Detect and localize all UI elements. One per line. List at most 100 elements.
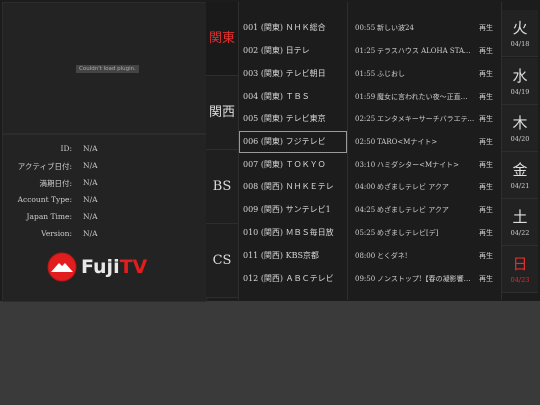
program-row[interactable]: 08:00 とくダネ! 再生 <box>348 245 501 267</box>
play-button[interactable]: 再生 <box>479 108 493 130</box>
day-tab-fri[interactable]: 金 04/21 <box>502 152 538 199</box>
program-title: テラスハウス ALOHA STATE… <box>377 47 475 55</box>
program-row[interactable]: 00:55 新しい波24 再生 <box>348 17 501 39</box>
channel-item[interactable]: 005 (関東) テレビ東京 <box>239 108 347 130</box>
day-kanji: 金 <box>512 161 528 179</box>
day-date: 04/19 <box>510 88 530 96</box>
day-tab-wed[interactable]: 水 04/19 <box>502 58 538 105</box>
info-label: ID: <box>60 144 72 153</box>
program-row[interactable]: 05:25 めざましテレビ[デ] 再生 <box>348 222 501 244</box>
program-time: 04:25 <box>355 206 376 214</box>
program-row[interactable]: 04:00 めざましテレビ アクア 再生 <box>348 176 501 198</box>
day-kanji: 土 <box>512 208 528 226</box>
play-button[interactable]: 再生 <box>479 199 493 221</box>
program-title: ノンストップ!【春の凝影響… <box>377 275 471 283</box>
day-tab-sun-selected[interactable]: 日 04/23 <box>502 246 538 293</box>
channel-item[interactable]: 002 (関東) 日テレ <box>239 40 347 62</box>
info-row-account-type: Account Type: N/A <box>3 195 206 209</box>
day-date: 04/22 <box>510 229 530 237</box>
play-button[interactable]: 再生 <box>479 154 493 176</box>
play-button[interactable]: 再生 <box>479 268 493 290</box>
program-row[interactable]: 03:10 ハミダシター<Mナイト> 再生 <box>348 154 501 176</box>
logo-tv: TV <box>119 256 148 278</box>
info-row-id: ID: N/A <box>3 144 206 158</box>
info-row-version: Version: N/A <box>3 229 206 243</box>
program-row[interactable]: 01:25 テラスハウス ALOHA STATE… 再生 <box>348 40 501 62</box>
channel-item[interactable]: 010 (関西) ＭＢＳ毎日放 <box>239 222 347 244</box>
info-value: N/A <box>83 144 98 153</box>
program-row[interactable]: 02:50 TARO<Mナイト> 再生 <box>348 131 501 153</box>
logo-fuji: Fuji <box>81 256 120 278</box>
play-button[interactable]: 再生 <box>479 40 493 62</box>
program-row[interactable]: 02:25 エンタメキーサーチバラエティ… 再生 <box>348 108 501 130</box>
day-selector: 火 04/18 水 04/19 木 04/20 金 04/21 土 04/22 … <box>502 2 538 300</box>
program-title: とくダネ! <box>377 252 408 260</box>
plugin-error-message: Couldn't load plugin. <box>76 65 139 73</box>
video-preview[interactable]: Couldn't load plugin. <box>2 2 207 134</box>
play-button[interactable]: 再生 <box>479 17 493 39</box>
app-window: Couldn't load plugin. ID: N/A アクティブ日付: N… <box>0 0 540 302</box>
program-title: TARO<Mナイト> <box>377 138 438 146</box>
program-time: 01:25 <box>355 47 376 55</box>
region-tabs: 関東 関西 BS CS <box>206 2 238 300</box>
info-value: N/A <box>83 195 98 204</box>
channel-item[interactable]: 004 (関東) ＴＢＳ <box>239 86 347 108</box>
program-row[interactable]: 01:55 ふじおし 再生 <box>348 63 501 85</box>
day-date: 04/18 <box>510 40 530 48</box>
info-label: Japan Time: <box>26 212 72 221</box>
channel-item-selected[interactable]: 006 (関東) フジテレビ <box>239 131 347 153</box>
channel-item[interactable]: 009 (関西) サンテレビ1 <box>239 199 347 221</box>
region-tab-kanto[interactable]: 関東 <box>206 2 238 76</box>
program-title: ふじおし <box>377 70 405 78</box>
channel-item[interactable]: 001 (関東) ＮＨＫ総合 <box>239 17 347 39</box>
play-button[interactable]: 再生 <box>479 86 493 108</box>
program-title: ハミダシター<Mナイト> <box>377 161 460 169</box>
info-value: N/A <box>83 178 98 187</box>
play-button[interactable]: 再生 <box>479 245 493 267</box>
info-value: N/A <box>83 161 98 170</box>
program-title: めざましテレビ アクア <box>377 183 449 191</box>
play-button[interactable]: 再生 <box>479 222 493 244</box>
day-kanji: 水 <box>512 67 528 85</box>
channel-item[interactable]: 012 (関西) ＡＢＣテレビ <box>239 268 347 290</box>
region-tab-kansai[interactable]: 関西 <box>206 76 238 150</box>
program-time: 09:50 <box>355 275 376 283</box>
day-tab-sat[interactable]: 土 04/22 <box>502 199 538 246</box>
channel-item[interactable]: 007 (関東) ＴＯＫＹＯ <box>239 154 347 176</box>
play-button[interactable]: 再生 <box>479 176 493 198</box>
info-row-expiry-date: 満期日付: N/A <box>3 178 206 192</box>
region-tab-cs[interactable]: CS <box>206 224 238 298</box>
play-button[interactable]: 再生 <box>479 63 493 85</box>
info-label: Account Type: <box>17 195 72 204</box>
program-time: 02:50 <box>355 138 376 146</box>
play-button[interactable]: 再生 <box>479 131 493 153</box>
day-kanji: 火 <box>512 19 528 37</box>
info-label: アクティブ日付: <box>17 162 72 171</box>
day-tab-thu[interactable]: 木 04/20 <box>502 105 538 152</box>
program-row[interactable]: 09:50 ノンストップ!【春の凝影響… 再生 <box>348 268 501 290</box>
fujitv-logo: FujiTV <box>47 252 167 282</box>
day-kanji: 木 <box>512 114 528 132</box>
program-row[interactable]: 04:25 めざましテレビ アクア 再生 <box>348 199 501 221</box>
program-row[interactable]: 01:59 魔女に言われたい夜〜正直… 再生 <box>348 86 501 108</box>
program-time: 08:00 <box>355 252 376 260</box>
info-label: 満期日付: <box>39 179 72 188</box>
day-tab-tue[interactable]: 火 04/18 <box>502 10 538 57</box>
logo-wordmark: FujiTV <box>81 256 147 278</box>
region-tab-bs[interactable]: BS <box>206 150 238 224</box>
channel-item[interactable]: 008 (関西) ＮＨＫＥテレ <box>239 176 347 198</box>
channel-item[interactable]: 003 (関東) テレビ朝日 <box>239 63 347 85</box>
program-time: 01:55 <box>355 70 376 78</box>
program-title: めざましテレビ[デ] <box>377 229 439 237</box>
program-time: 01:59 <box>355 93 376 101</box>
program-time: 03:10 <box>355 161 376 169</box>
account-info-panel: ID: N/A アクティブ日付: N/A 満期日付: N/A Account T… <box>2 134 207 302</box>
info-label: Version: <box>41 229 72 238</box>
channel-item[interactable]: 011 (関西) KBS京都 <box>239 245 347 267</box>
day-kanji: 日 <box>512 255 528 273</box>
program-time: 04:00 <box>355 183 376 191</box>
fujitv-eye-icon <box>47 252 77 282</box>
program-title: めざましテレビ アクア <box>377 206 449 214</box>
info-row-japan-time: Japan Time: N/A <box>3 212 206 226</box>
program-title: エンタメキーサーチバラエティ… <box>377 115 475 123</box>
